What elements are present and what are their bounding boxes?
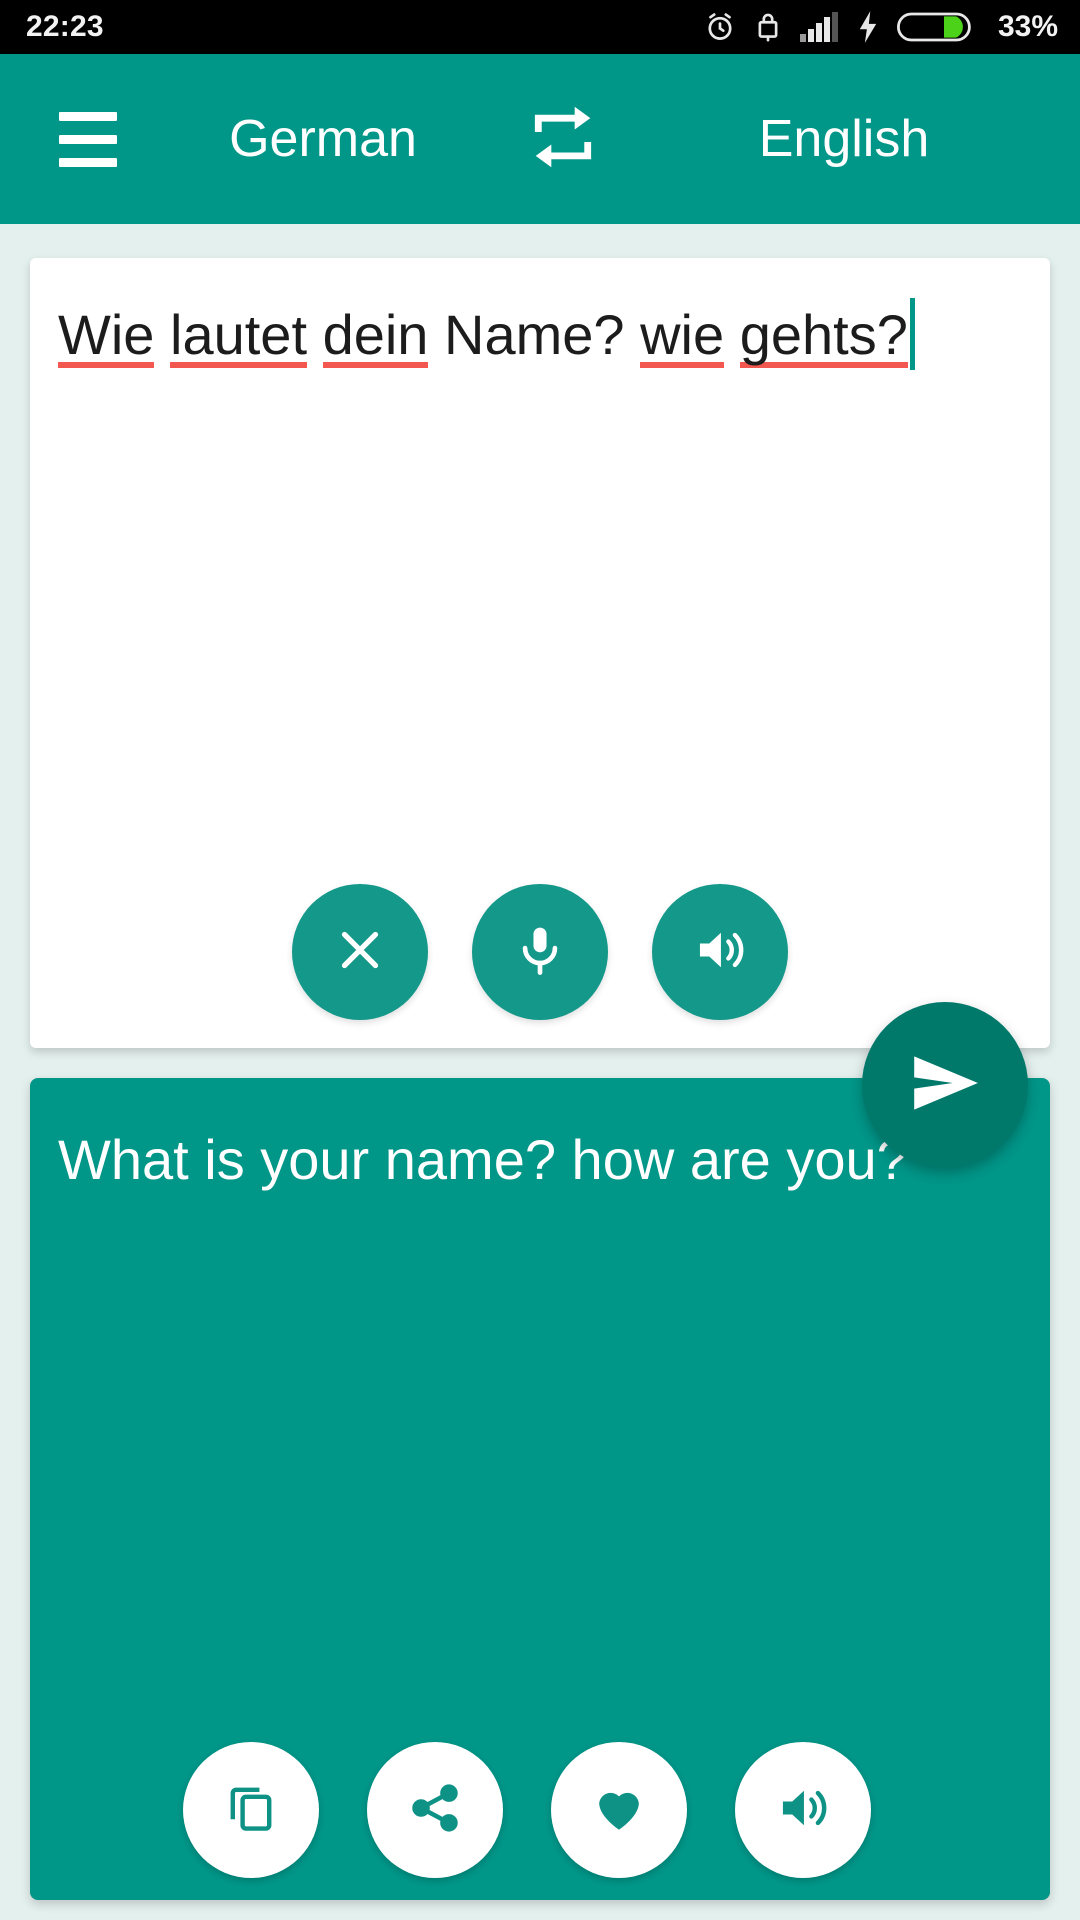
app-bar: German English xyxy=(0,54,1080,224)
volume-icon xyxy=(692,922,748,983)
lock-icon xyxy=(754,10,782,44)
source-text-card: Wie lautet dein Name? wie gehts? xyxy=(30,258,1050,1048)
speak-target-button[interactable] xyxy=(735,1742,871,1878)
translated-text: What is your name? how are you? xyxy=(58,1128,908,1191)
hamburger-bar-3 xyxy=(59,157,117,167)
source-word: dein xyxy=(322,303,429,368)
close-icon xyxy=(331,921,389,984)
status-bar: 22:23 33% xyxy=(0,0,1080,54)
target-language-selector[interactable]: English xyxy=(638,109,1080,169)
status-icon-group: 33% xyxy=(703,9,1058,45)
battery-icon xyxy=(896,9,971,45)
source-language-selector[interactable]: German xyxy=(158,109,488,169)
source-word: wie xyxy=(640,303,725,368)
volume-icon xyxy=(775,1780,831,1841)
send-icon xyxy=(903,1041,987,1130)
favorite-button[interactable] xyxy=(551,1742,687,1878)
translator-app-screen: 22:23 33% German English Wie lautet dein… xyxy=(0,0,1080,1920)
source-word: Name? xyxy=(444,303,625,366)
battery-percentage: 33% xyxy=(997,10,1058,43)
status-clock: 22:23 xyxy=(26,10,104,43)
copy-button[interactable] xyxy=(183,1742,319,1878)
translated-text-card: What is your name? how are you? xyxy=(30,1078,1050,1900)
hamburger-bar-1 xyxy=(59,111,117,121)
signal-icon xyxy=(799,11,839,43)
voice-input-button[interactable] xyxy=(472,884,608,1020)
speak-source-button[interactable] xyxy=(652,884,788,1020)
share-button[interactable] xyxy=(367,1742,503,1878)
source-action-bar xyxy=(30,884,1050,1020)
heart-icon xyxy=(590,1779,648,1842)
clear-button[interactable] xyxy=(292,884,428,1020)
hamburger-bar-2 xyxy=(59,134,117,144)
source-text-input[interactable]: Wie lautet dein Name? wie gehts? xyxy=(58,298,1030,370)
copy-icon xyxy=(223,1780,279,1841)
swap-languages-icon xyxy=(524,98,602,181)
translation-action-bar xyxy=(30,1742,1050,1878)
microphone-icon xyxy=(512,922,568,983)
swap-languages-button[interactable] xyxy=(488,98,638,181)
alarm-icon xyxy=(703,10,737,44)
send-button[interactable] xyxy=(862,1002,1028,1168)
text-caret xyxy=(909,298,915,370)
source-word: Wie xyxy=(58,303,155,368)
source-word: lautet xyxy=(170,303,308,368)
share-icon xyxy=(408,1781,462,1840)
charging-bolt-icon xyxy=(856,10,880,44)
hamburger-menu-icon[interactable] xyxy=(28,54,148,224)
source-word: gehts? xyxy=(739,303,908,368)
